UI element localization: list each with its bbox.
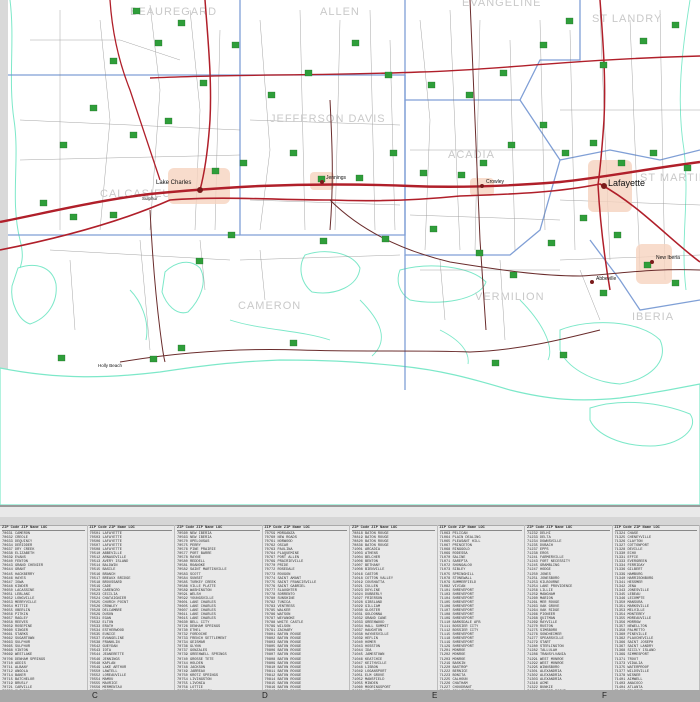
zip-index-header: ZIP Code ZIP Name LOC bbox=[90, 526, 173, 531]
parish-label-st-landry: ST LANDRY bbox=[592, 13, 662, 25]
zip-index-column: ZIP Code ZIP Name LOC70759 MORGANZA70760… bbox=[263, 525, 351, 691]
parish-map[interactable]: BEAUREGARD ALLEN EVANGELINE ST LANDRY JE… bbox=[0, 0, 700, 505]
parish-label-st-martin: ST MARTIN bbox=[640, 172, 700, 184]
zip-index-panel: ZIP Code ZIP Name LOC70631 CAMERON70632 … bbox=[0, 505, 700, 702]
city-label-holly-beach: Holly Beach bbox=[98, 363, 123, 368]
grid-letter-e: E bbox=[432, 690, 437, 702]
parish-label-beauregard: BEAUREGARD bbox=[130, 6, 217, 18]
parish-label-allen: ALLEN bbox=[320, 6, 360, 18]
zip-index-column: ZIP Code ZIP Name LOC71324 CHASE71325 CH… bbox=[613, 525, 700, 691]
zip-index-header: ZIP Code ZIP Name LOC bbox=[265, 526, 348, 531]
new-iberia-urban bbox=[636, 244, 672, 284]
zip-index-header: ZIP Code ZIP Name LOC bbox=[2, 526, 85, 531]
zip-index-header: ZIP Code ZIP Name LOC bbox=[527, 526, 610, 531]
zip-index-column: ZIP Code ZIP Name LOC70818 BATON ROUGE70… bbox=[350, 525, 438, 691]
zip-index-header: ZIP Code ZIP Name LOC bbox=[177, 526, 260, 531]
zip-index-columns: ZIP Code ZIP Name LOC70631 CAMERON70632 … bbox=[0, 525, 700, 691]
zip-index-column: ZIP Code ZIP Name LOC70560 NEW IBERIA705… bbox=[175, 525, 263, 691]
city-label-jennings: Jennings bbox=[326, 175, 347, 181]
grid-letter-c: C bbox=[92, 690, 98, 702]
city-label-abbeville: Abbeville bbox=[596, 276, 617, 282]
zip-index-header: ZIP Code ZIP Name LOC bbox=[440, 526, 523, 531]
city-label-crowley: Crowley bbox=[486, 179, 505, 185]
zip-index-header: ZIP Code ZIP Name LOC bbox=[352, 526, 435, 531]
zip-index-header: ZIP Code ZIP Name LOC bbox=[615, 526, 698, 531]
parish-label-evangeline: EVANGELINE bbox=[462, 0, 542, 9]
city-label-sulphur: Sulphur bbox=[142, 196, 158, 201]
parish-label-acadia: ACADIA bbox=[448, 149, 495, 161]
parish-label-vermilion: VERMILION bbox=[475, 291, 545, 303]
zip-index-column: ZIP Code ZIP Name LOC70631 CAMERON70632 … bbox=[0, 525, 88, 691]
zip-index-column: ZIP Code ZIP Name LOC70501 LAFAYETTE7050… bbox=[88, 525, 176, 691]
grid-letter-d: D bbox=[262, 690, 268, 702]
grid-letter-bar: C D E F bbox=[0, 690, 700, 702]
zip-index-column: ZIP Code ZIP Name LOC71232 DELHI71233 DE… bbox=[525, 525, 613, 691]
grid-letter-f: F bbox=[602, 690, 607, 702]
city-label-new-iberia: New Iberia bbox=[656, 255, 680, 261]
parish-label-iberia: IBERIA bbox=[632, 311, 674, 323]
city-label-lake-charles: Lake Charles bbox=[156, 180, 191, 186]
zip-index-column: ZIP Code ZIP Name LOC71063 PELICAN71064 … bbox=[438, 525, 526, 691]
parish-label-jefferson-davis: JEFFERSON DAVIS bbox=[270, 113, 386, 125]
city-label-lafayette: Lafayette bbox=[608, 178, 645, 188]
parish-label-cameron: CAMERON bbox=[238, 300, 301, 312]
